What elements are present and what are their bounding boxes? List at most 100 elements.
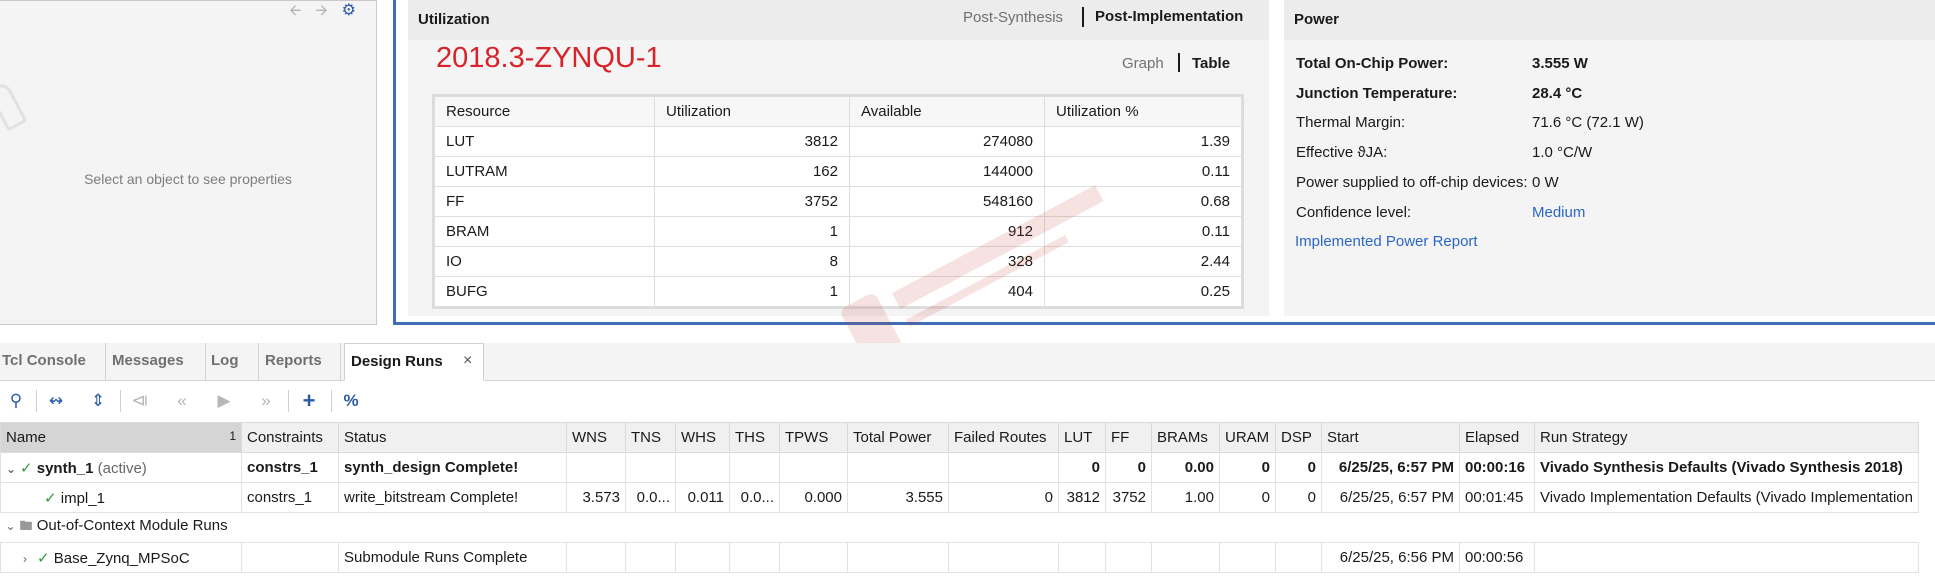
col-status[interactable]: Status <box>338 422 567 453</box>
properties-empty-message: Select an object to see properties <box>84 171 292 187</box>
table-row-group[interactable]: ⌄ 🖿 Out-of-Context Module Runs <box>0 512 1919 543</box>
start-cell: 6/25/25, 6:57 PM <box>1321 482 1460 513</box>
col-whs[interactable]: WHS <box>675 422 730 453</box>
tab-reports[interactable]: Reports <box>263 343 341 381</box>
project-summary-frame: Utilization Post-Synthesis Post-Implemen… <box>393 0 1935 325</box>
col-utilization-percent[interactable]: Utilization % <box>1044 96 1242 127</box>
name-cell: › ✓ Base_Zynq_MPSoC <box>0 542 242 573</box>
previous-icon[interactable]: « <box>170 390 194 412</box>
expand-all-icon[interactable]: ⇕ <box>86 390 110 412</box>
available-cell: 144000 <box>849 156 1045 187</box>
col-tns[interactable]: TNS <box>625 422 676 453</box>
col-lut[interactable]: LUT <box>1058 422 1106 453</box>
tab-post-synthesis[interactable]: Post-Synthesis <box>963 9 1063 26</box>
utilization-cell: 3752 <box>654 186 850 217</box>
power-value: 1.0 °C/W <box>1532 144 1593 161</box>
tpws-cell <box>779 542 848 573</box>
col-elapsed[interactable]: Elapsed <box>1459 422 1535 453</box>
status-cell: write_bitstream Complete! <box>338 482 567 513</box>
first-icon[interactable]: ⧏ <box>128 390 152 412</box>
col-resource[interactable]: Resource <box>434 96 655 127</box>
view-graph-toggle[interactable]: Graph <box>1122 55 1164 72</box>
strategy-cell: Vivado Implementation Defaults (Vivado I… <box>1534 482 1919 513</box>
confidence-level-link[interactable]: Medium <box>1532 204 1585 221</box>
table-row[interactable]: FF 3752 548160 0.68 <box>434 186 1242 217</box>
col-utilization[interactable]: Utilization <box>654 96 850 127</box>
run-icon[interactable]: ▶ <box>212 390 236 412</box>
implemented-power-report-link[interactable]: Implemented Power Report <box>1295 233 1478 250</box>
check-icon: ✓ <box>37 549 50 567</box>
col-dsp[interactable]: DSP <box>1275 422 1322 453</box>
chevron-down-icon[interactable]: ⌄ <box>6 519 20 533</box>
power-panel: Power Total On-Chip Power: 3.555 W Junct… <box>1284 0 1935 316</box>
utilization-cell: 1 <box>654 276 850 307</box>
col-failed-routes[interactable]: Failed Routes <box>948 422 1059 453</box>
table-row[interactable]: ⌄ ✓ synth_1 (active) constrs_1 synth_desi… <box>0 452 1919 483</box>
power-value: 28.4 °C <box>1532 85 1583 102</box>
table-row[interactable]: LUTRAM 162 144000 0.11 <box>434 156 1242 187</box>
brams-cell: 1.00 <box>1151 482 1220 513</box>
ff-cell: 3752 <box>1105 482 1152 513</box>
lut-cell: 0 <box>1058 452 1106 483</box>
col-name-label: Name <box>6 429 47 446</box>
sort-indicator: 1 <box>229 429 236 443</box>
chevron-down-icon[interactable]: ⌄ <box>6 462 20 476</box>
power-label: Effective ϑJA: <box>1296 144 1388 161</box>
table-row[interactable]: IO 8 328 2.44 <box>434 246 1242 277</box>
col-tpws[interactable]: TPWS <box>779 422 848 453</box>
col-uram[interactable]: URAM <box>1219 422 1276 453</box>
power-label: Power supplied to off-chip devices: <box>1296 174 1528 191</box>
arrow-left-icon[interactable]: 🡨 <box>289 3 301 18</box>
table-row[interactable]: BRAM 1 912 0.11 <box>434 216 1242 247</box>
collapse-all-icon[interactable]: ↭ <box>44 390 68 412</box>
available-cell: 548160 <box>849 186 1045 217</box>
total-power-cell <box>847 542 949 573</box>
percent-cell: 1.39 <box>1044 126 1242 157</box>
tab-messages[interactable]: Messages <box>110 343 206 381</box>
utilization-cell: 162 <box>654 156 850 187</box>
tab-tcl-console[interactable]: Tcl Console <box>0 343 106 381</box>
arrow-right-icon[interactable]: 🡪 <box>315 3 327 18</box>
tab-log[interactable]: Log <box>209 343 259 381</box>
tab-post-implementation[interactable]: Post-Implementation <box>1095 8 1243 25</box>
watermark-fragment <box>0 80 28 132</box>
percent-icon[interactable]: % <box>339 390 363 412</box>
col-run-strategy[interactable]: Run Strategy <box>1534 422 1919 453</box>
col-available[interactable]: Available <box>849 96 1045 127</box>
wns-cell <box>566 452 626 483</box>
utilization-title: Utilization <box>418 11 490 28</box>
next-icon[interactable]: » <box>254 390 278 412</box>
col-name[interactable]: Name 1 <box>0 422 242 453</box>
table-row[interactable]: ✓ impl_1 constrs_1 write_bitstream Compl… <box>0 482 1919 513</box>
toolbar-divider <box>288 390 289 412</box>
gear-icon[interactable]: ⚙ <box>342 3 356 19</box>
close-icon[interactable]: × <box>463 352 472 370</box>
col-ths[interactable]: THS <box>729 422 780 453</box>
col-start[interactable]: Start <box>1321 422 1460 453</box>
group-name: Out-of-Context Module Runs <box>36 516 228 534</box>
status-cell: synth_design Complete! <box>338 452 567 483</box>
lut-cell <box>1058 542 1106 573</box>
total-power-cell: 3.555 <box>847 482 949 513</box>
add-icon[interactable]: + <box>297 390 321 412</box>
utilization-cell: 3812 <box>654 126 850 157</box>
view-table-toggle[interactable]: Table <box>1192 55 1230 72</box>
elapsed-cell: 00:00:16 <box>1459 452 1535 483</box>
failed-routes-cell <box>948 542 1059 573</box>
tpws-cell <box>779 452 848 483</box>
col-wns[interactable]: WNS <box>566 422 626 453</box>
chevron-right-icon[interactable]: › <box>23 552 37 566</box>
table-row[interactable]: BUFG 1 404 0.25 <box>434 276 1242 307</box>
col-constraints[interactable]: Constraints <box>241 422 339 453</box>
brams-cell: 0.00 <box>1151 452 1220 483</box>
search-icon[interactable]: ⚲ <box>4 390 28 412</box>
power-label: Thermal Margin: <box>1296 114 1406 131</box>
table-row[interactable]: LUT 3812 274080 1.39 <box>434 126 1242 157</box>
table-row[interactable]: › ✓ Base_Zynq_MPSoC Submodule Runs Comple… <box>0 542 1919 573</box>
strategy-cell: Vivado Synthesis Defaults (Vivado Synthe… <box>1534 452 1919 483</box>
ths-cell <box>729 542 780 573</box>
col-total-power[interactable]: Total Power <box>847 422 949 453</box>
col-brams[interactable]: BRAMs <box>1151 422 1220 453</box>
col-ff[interactable]: FF <box>1105 422 1152 453</box>
ths-cell: 0.0... <box>729 482 780 513</box>
